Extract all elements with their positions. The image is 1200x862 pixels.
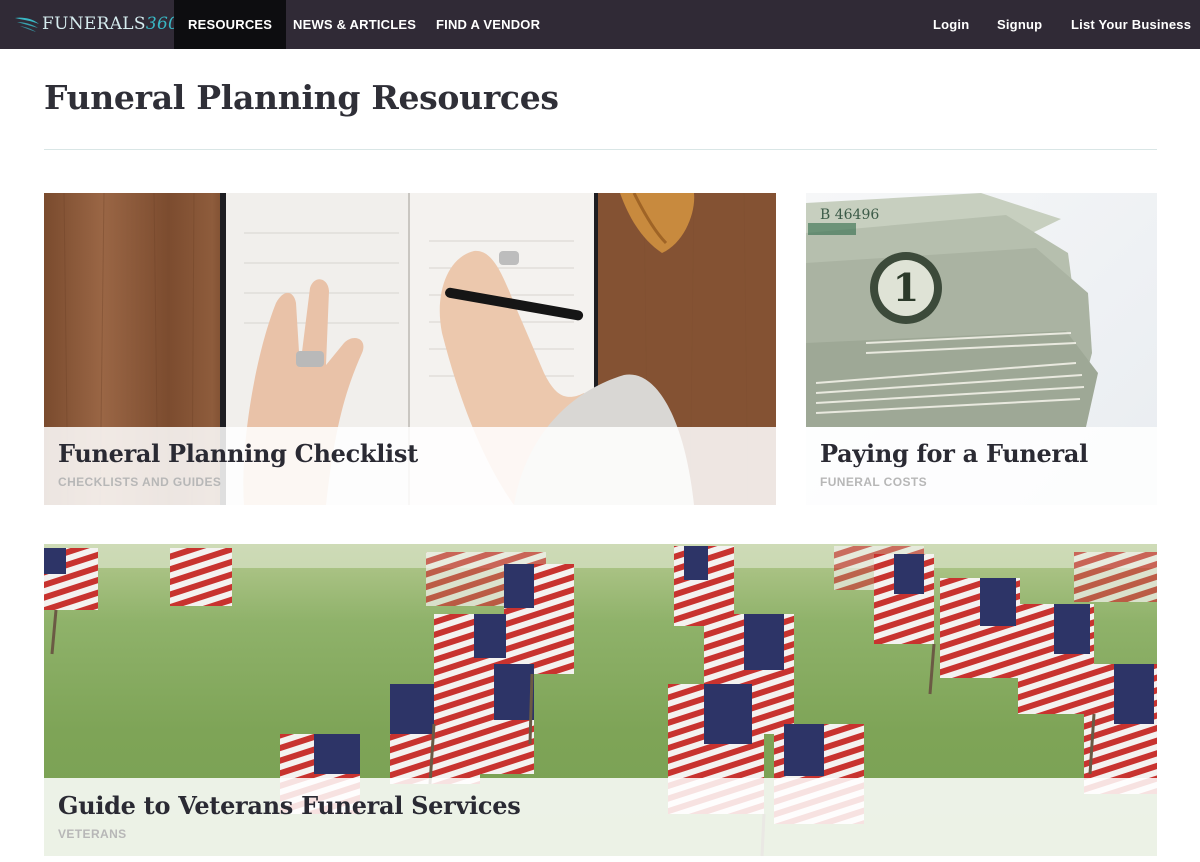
card-veterans-funeral-services[interactable]: Guide to Veterans Funeral Services VETER…	[44, 544, 1157, 856]
nav-item-resources[interactable]: RESOURCES	[174, 0, 287, 49]
list-business-link[interactable]: List Your Business	[1071, 0, 1191, 49]
card-caption: Funeral Planning Checklist CHECKLISTS AN…	[44, 427, 776, 505]
svg-text:B 46496: B 46496	[820, 207, 879, 223]
card-category: FUNERAL COSTS	[820, 475, 927, 489]
card-caption: Paying for a Funeral FUNERAL COSTS	[806, 427, 1157, 505]
card-paying-for-funeral[interactable]: 1 B 46496 Paying for a Funeral FUNERAL C…	[806, 193, 1157, 505]
site-logo[interactable]: FUNERALS360	[14, 10, 179, 38]
card-title: Paying for a Funeral	[820, 439, 1088, 468]
signup-link[interactable]: Signup	[997, 0, 1042, 49]
login-link[interactable]: Login	[933, 0, 969, 49]
card-funeral-planning-checklist[interactable]: Funeral Planning Checklist CHECKLISTS AN…	[44, 193, 776, 505]
card-title: Funeral Planning Checklist	[58, 439, 418, 468]
card-category: VETERANS	[58, 827, 127, 841]
page-title: Funeral Planning Resources	[44, 78, 559, 117]
card-caption: Guide to Veterans Funeral Services VETER…	[44, 778, 1157, 856]
card-category: CHECKLISTS AND GUIDES	[58, 475, 222, 489]
wing-icon	[15, 17, 39, 32]
svg-text:1: 1	[893, 265, 919, 310]
logo-text: FUNERALS360	[42, 14, 180, 34]
header-divider	[44, 149, 1157, 150]
nav-item-find-vendor[interactable]: FIND A VENDOR	[436, 0, 540, 49]
top-navigation: FUNERALS360 RESOURCES NEWS & ARTICLES FI…	[0, 0, 1200, 49]
card-title: Guide to Veterans Funeral Services	[58, 791, 521, 820]
nav-item-news-articles[interactable]: NEWS & ARTICLES	[293, 0, 416, 49]
